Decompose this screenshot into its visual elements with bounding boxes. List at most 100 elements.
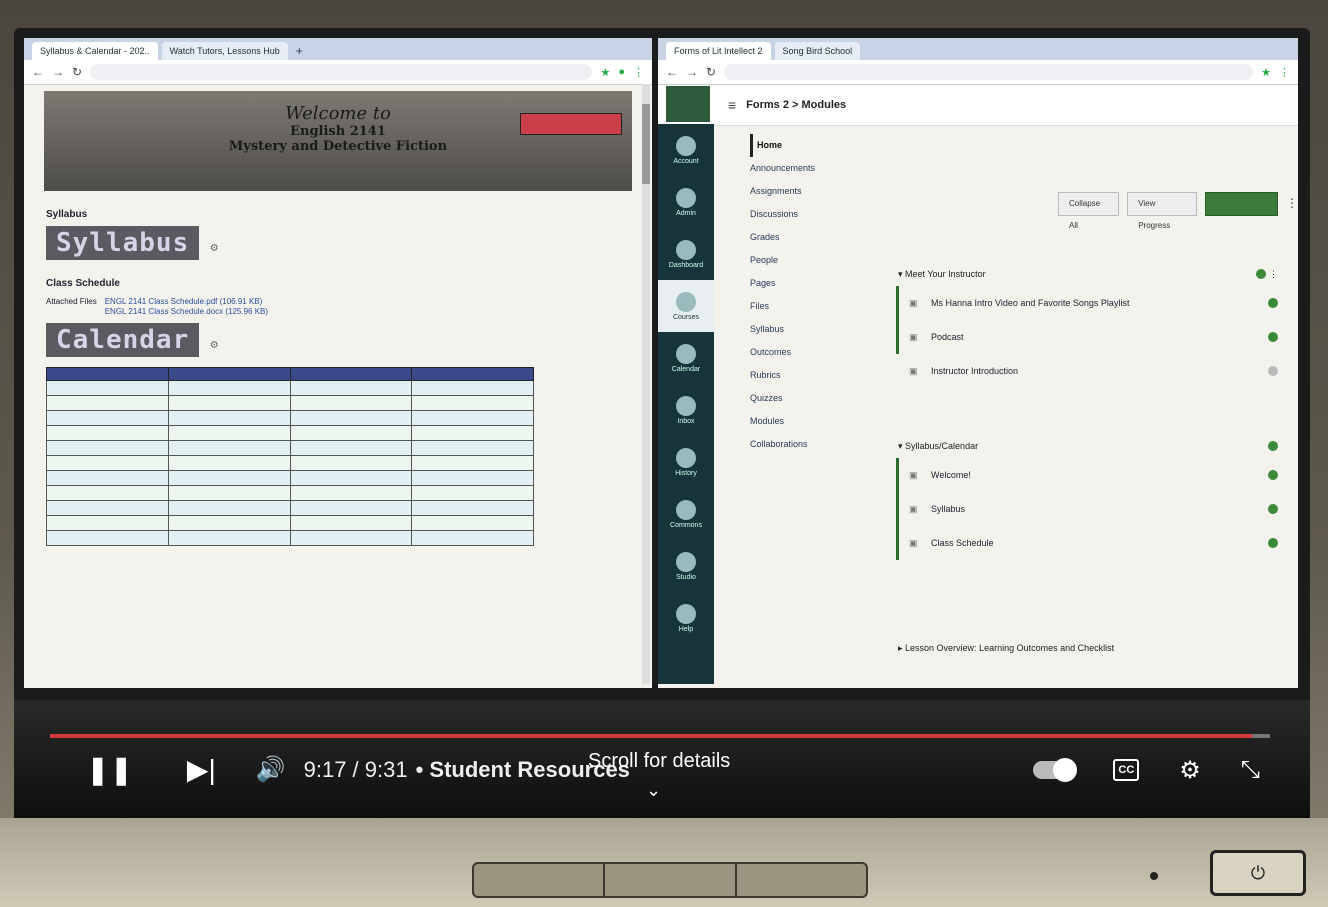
autoplay-toggle[interactable] (1033, 758, 1078, 782)
course-nav-item[interactable]: Outcomes (750, 341, 860, 364)
module-item-title: Ms Hanna Intro Video and Favorite Songs … (931, 298, 1130, 308)
page-icon: ▣ (909, 365, 918, 376)
published-icon[interactable] (1268, 332, 1278, 342)
volume-icon[interactable]: 🔊 (256, 748, 286, 792)
course-nav-item[interactable]: Pages (750, 272, 860, 295)
published-icon[interactable] (1256, 269, 1267, 279)
kebab-menu-icon[interactable]: ⋮ (1266, 269, 1278, 280)
published-icon[interactable] (1268, 441, 1278, 451)
institution-logo[interactable] (666, 86, 710, 122)
exit-fullscreen-icon[interactable]: ⤡ (1241, 756, 1260, 784)
settings-icon[interactable]: ⚙ (1179, 756, 1201, 785)
browser-tab[interactable]: Song Bird School (774, 42, 861, 60)
breadcrumb[interactable]: Forms 2 > Modules (746, 99, 846, 111)
published-icon[interactable] (1268, 538, 1278, 548)
course-nav: Home Announcements Assignments Discussio… (750, 134, 860, 456)
browser-tab[interactable]: Forms of Lit Intellect 2 (666, 42, 771, 60)
module-title: Syllabus/Calendar (905, 441, 979, 451)
gear-icon[interactable]: ⚙ (210, 340, 219, 351)
reload-icon[interactable]: ↻ (72, 65, 82, 79)
next-icon[interactable]: ▶| (187, 748, 216, 792)
course-nav-item[interactable]: Assignments (750, 180, 860, 203)
scrollbar[interactable] (642, 84, 650, 684)
modules-toolbar: Collapse All View Progress ⋮ (1058, 192, 1298, 230)
unpublished-icon[interactable] (1268, 366, 1278, 376)
pause-icon[interactable]: ❚❚ (86, 748, 133, 792)
course-nav-item[interactable]: Modules (750, 410, 860, 433)
nav-admin[interactable]: Admin (658, 176, 714, 228)
commons-icon (676, 499, 696, 520)
syllabus-heading: Syllabus (46, 226, 200, 260)
course-nav-item[interactable]: Files (750, 295, 860, 318)
published-icon[interactable] (1268, 470, 1278, 480)
nav-studio[interactable]: Studio (658, 540, 714, 592)
menu-icon[interactable]: ⋮ (1279, 66, 1290, 79)
course-nav-item[interactable]: Home (750, 134, 860, 157)
course-nav-item[interactable]: Announcements (750, 157, 860, 180)
nav-account[interactable]: Account (658, 124, 714, 176)
module-item-title: Class Schedule (931, 538, 994, 548)
course-nav-item[interactable]: Syllabus (750, 318, 860, 341)
bookmark-star-icon[interactable]: ★ (600, 66, 610, 79)
forward-icon[interactable]: → (52, 65, 64, 79)
module-item[interactable]: ▣ Instructor Introduction (896, 354, 1278, 388)
banner-button[interactable] (520, 113, 622, 135)
nav-dashboard[interactable]: Dashboard (658, 228, 714, 280)
kebab-menu-icon[interactable]: ⋮ (1286, 192, 1298, 216)
browser-tab[interactable]: Syllabus & Calendar - 202.. (32, 42, 158, 60)
collapse-arrow-icon[interactable]: ▸ (898, 643, 905, 654)
class-schedule-label: Class Schedule (46, 278, 120, 289)
module-item[interactable]: ▣ Syllabus (896, 492, 1278, 526)
file-link[interactable]: ENGL 2141 Class Schedule.docx (125.96 KB… (105, 307, 268, 317)
menu-icon[interactable]: ⋮ (633, 66, 644, 79)
nav-calendar[interactable]: Calendar (658, 332, 714, 384)
nav-inbox[interactable]: Inbox (658, 384, 714, 436)
collapse-arrow-icon[interactable]: ▾ (898, 269, 905, 280)
collapse-all-button[interactable]: Collapse All (1058, 192, 1120, 230)
course-nav-item[interactable]: Discussions (750, 203, 860, 226)
nav-help[interactable]: Help (658, 592, 714, 644)
hamburger-icon[interactable]: ≡ (728, 97, 736, 113)
course-nav-item[interactable]: Quizzes (750, 387, 860, 410)
browser-tab[interactable]: Watch Tutors, Lessons Hub (161, 42, 288, 60)
published-icon[interactable] (1268, 298, 1278, 308)
add-module-button[interactable] (1205, 192, 1278, 216)
course-nav-item[interactable]: People (750, 249, 860, 272)
url-field[interactable] (724, 64, 1254, 80)
published-icon[interactable] (1268, 504, 1278, 514)
view-progress-button[interactable]: View Progress (1127, 192, 1198, 230)
module-header[interactable]: ▸ Lesson Overview: Learning Outcomes and… (898, 636, 1278, 660)
file-link[interactable]: ENGL 2141 Class Schedule.pdf (106.91 KB) (105, 297, 268, 307)
course-banner: Welcome to English 2141 Mystery and Dete… (44, 91, 632, 191)
collapse-arrow-icon[interactable]: ▾ (898, 441, 905, 452)
back-icon[interactable]: ← (666, 65, 678, 79)
module-header[interactable]: ▾ Meet Your Instructor ⋮ (898, 262, 1278, 286)
module: ▸ Lesson Overview: Learning Outcomes and… (898, 636, 1278, 660)
module-item[interactable]: ▣ Podcast (896, 320, 1278, 354)
progress-bar[interactable] (50, 734, 1270, 738)
module-header[interactable]: ▾ Syllabus/Calendar (898, 434, 1278, 458)
calendar-heading: Calendar (46, 323, 200, 357)
scroll-for-details[interactable]: Scroll for details (588, 750, 730, 773)
reload-icon[interactable]: ↻ (706, 65, 716, 79)
chevron-down-icon[interactable]: ⌄ (646, 780, 661, 801)
course-nav-item[interactable]: Rubrics (750, 364, 860, 387)
course-nav-item[interactable]: Collaborations (750, 433, 860, 456)
power-icon[interactable]: ⏻ (1210, 850, 1306, 896)
new-tab-button[interactable]: + (292, 42, 307, 60)
module-item[interactable]: ▣ Ms Hanna Intro Video and Favorite Song… (896, 286, 1278, 320)
nav-courses[interactable]: Courses (658, 280, 714, 332)
attached-files-label: Attached Files (46, 297, 97, 306)
nav-commons[interactable]: Commons (658, 488, 714, 540)
extension-icon[interactable]: ● (618, 66, 625, 78)
back-icon[interactable]: ← (32, 65, 44, 79)
gear-icon[interactable]: ⚙ (210, 243, 219, 254)
module-item[interactable]: ▣ Class Schedule (896, 526, 1278, 560)
course-nav-item[interactable]: Grades (750, 226, 860, 249)
forward-icon[interactable]: → (686, 65, 698, 79)
url-field[interactable] (90, 64, 593, 80)
bookmark-star-icon[interactable]: ★ (1261, 66, 1271, 79)
captions-icon[interactable]: CC (1113, 759, 1140, 781)
module-item[interactable]: ▣ Welcome! (896, 458, 1278, 492)
nav-history[interactable]: History (658, 436, 714, 488)
